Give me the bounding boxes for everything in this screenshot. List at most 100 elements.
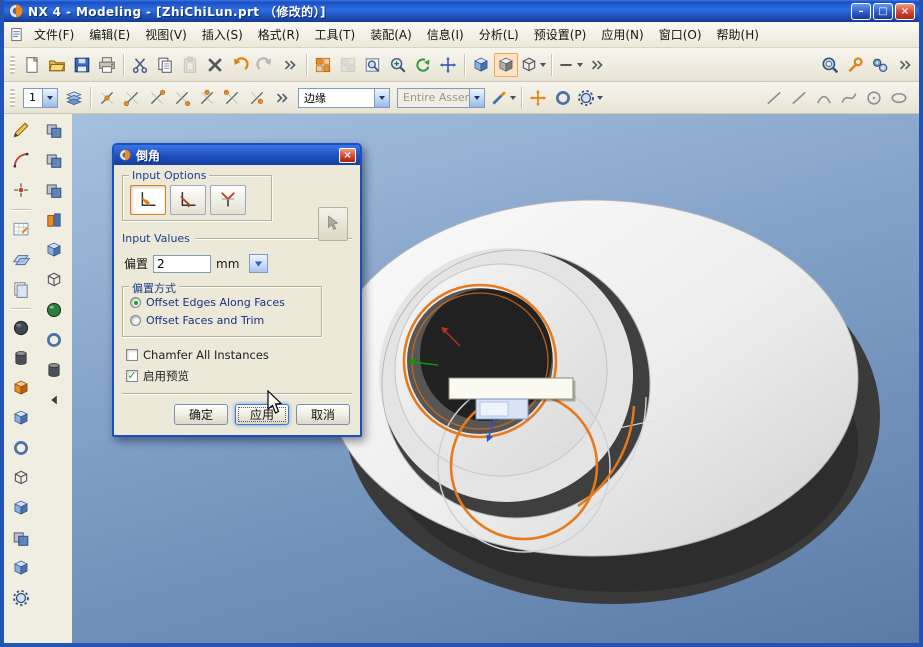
menu-assemblies[interactable]: 装配(A) bbox=[363, 22, 419, 47]
intersect-button[interactable] bbox=[41, 177, 67, 203]
work-layer-combo[interactable]: 1 bbox=[23, 88, 58, 108]
menu-edit[interactable]: 编辑(E) bbox=[82, 22, 137, 47]
standard-overflow-button[interactable] bbox=[278, 53, 302, 77]
magnify-button[interactable] bbox=[818, 53, 842, 77]
undo-button[interactable] bbox=[228, 53, 252, 77]
datum-csys-button[interactable] bbox=[8, 276, 34, 302]
apply-button[interactable]: 应用 bbox=[235, 404, 289, 425]
print-button[interactable] bbox=[95, 53, 119, 77]
menu-insert[interactable]: 插入(S) bbox=[195, 22, 250, 47]
sphere-button[interactable] bbox=[8, 315, 34, 341]
snap-quadrant-button[interactable] bbox=[220, 86, 244, 110]
cut-button[interactable] bbox=[128, 53, 152, 77]
snap-end-point-button[interactable] bbox=[120, 86, 144, 110]
ok-button[interactable]: 确定 bbox=[174, 404, 228, 425]
offset-input[interactable] bbox=[153, 255, 211, 273]
line-button[interactable] bbox=[762, 86, 786, 110]
trimetric-view-button[interactable] bbox=[469, 53, 493, 77]
layer-settings-button[interactable] bbox=[62, 86, 86, 110]
minimize-button[interactable]: – bbox=[851, 3, 871, 20]
fit-view-button[interactable] bbox=[311, 53, 335, 77]
ellipse-button[interactable] bbox=[887, 86, 911, 110]
unite-button[interactable] bbox=[41, 117, 67, 143]
toolbar-collapse-button[interactable] bbox=[41, 387, 67, 413]
pocket-button[interactable] bbox=[8, 525, 34, 551]
hole-button[interactable] bbox=[8, 465, 34, 491]
menu-tools[interactable]: 工具(T) bbox=[308, 22, 363, 47]
new-file-button[interactable] bbox=[20, 53, 44, 77]
sketch-button[interactable] bbox=[8, 216, 34, 242]
toolbar-grip[interactable] bbox=[10, 56, 15, 74]
toolbar-grip[interactable] bbox=[10, 89, 15, 107]
dialog-close-button[interactable]: × bbox=[339, 148, 356, 163]
menu-file[interactable]: 文件(F) bbox=[27, 22, 81, 47]
boss-button[interactable] bbox=[8, 495, 34, 521]
chamfer-all-checkbox-box[interactable] bbox=[126, 349, 138, 361]
assemblies-button[interactable] bbox=[868, 53, 892, 77]
profile-line-button[interactable] bbox=[8, 117, 34, 143]
view-overflow-button[interactable] bbox=[585, 53, 609, 77]
point-tool-button[interactable] bbox=[8, 177, 34, 203]
cancel-button[interactable]: 取消 bbox=[296, 404, 350, 425]
snap-inferred-point-button[interactable] bbox=[95, 86, 119, 110]
polyline-button[interactable] bbox=[787, 86, 811, 110]
extrude-button[interactable] bbox=[8, 405, 34, 431]
orient-wcs-button[interactable] bbox=[551, 86, 575, 110]
dimension-input-box[interactable] bbox=[476, 399, 528, 419]
close-button[interactable]: × bbox=[895, 3, 915, 20]
cylinder-button[interactable] bbox=[8, 345, 34, 371]
shell-button[interactable] bbox=[41, 237, 67, 263]
menu-window[interactable]: 窗口(O) bbox=[652, 22, 709, 47]
wireframe-tool-button[interactable] bbox=[556, 53, 584, 77]
tools-overflow-button[interactable] bbox=[893, 53, 917, 77]
title-bar[interactable]: NX 4 - Modeling - [ZhiChiLun.prt （修改的）] … bbox=[4, 0, 919, 22]
radio-offset-edges-along-faces[interactable]: Offset Edges Along Faces bbox=[130, 296, 314, 309]
save-button[interactable] bbox=[70, 53, 94, 77]
move-object-button[interactable] bbox=[526, 86, 550, 110]
zoom-in-out-button[interactable] bbox=[386, 53, 410, 77]
snap-existing-point-button[interactable] bbox=[245, 86, 269, 110]
chamfer-single-offset-button[interactable] bbox=[130, 185, 166, 215]
circle-button[interactable] bbox=[862, 86, 886, 110]
menu-information[interactable]: 信息(I) bbox=[420, 22, 471, 47]
instance-feature-button[interactable] bbox=[8, 585, 34, 611]
selection-filter-combo[interactable]: 边缘 bbox=[298, 88, 390, 108]
restore-button[interactable]: □ bbox=[873, 3, 893, 20]
chamfer-button[interactable] bbox=[41, 327, 67, 353]
arc-tool-button[interactable] bbox=[8, 147, 34, 173]
wcs-display-button[interactable] bbox=[576, 86, 604, 110]
menu-view[interactable]: 视图(V) bbox=[138, 22, 194, 47]
pan-view-button[interactable] bbox=[436, 53, 460, 77]
snap-arc-center-button[interactable] bbox=[195, 86, 219, 110]
chamfer-offset-angle-button[interactable] bbox=[210, 185, 246, 215]
chamfer-all-row[interactable]: Chamfer All Instances bbox=[126, 348, 352, 362]
offset-options-button[interactable] bbox=[249, 254, 268, 273]
block-button[interactable] bbox=[8, 375, 34, 401]
menu-preferences[interactable]: 预设置(P) bbox=[527, 22, 594, 47]
display-mode-button[interactable] bbox=[519, 53, 547, 77]
chamfer-double-offset-button[interactable] bbox=[170, 185, 206, 215]
menu-format[interactable]: 格式(R) bbox=[251, 22, 307, 47]
subtract-button[interactable] bbox=[41, 147, 67, 173]
preview-row[interactable]: 启用预览 bbox=[126, 368, 352, 384]
menu-help[interactable]: 帮助(H) bbox=[710, 22, 766, 47]
datum-plane-button[interactable] bbox=[8, 246, 34, 272]
combo-arrow-icon[interactable] bbox=[42, 89, 57, 107]
zoom-window-button[interactable] bbox=[361, 53, 385, 77]
rotate-view-button[interactable] bbox=[411, 53, 435, 77]
combo-arrow-icon[interactable] bbox=[374, 89, 389, 107]
taper-button[interactable] bbox=[41, 267, 67, 293]
copy-button[interactable] bbox=[153, 53, 177, 77]
menu-application[interactable]: 应用(N) bbox=[594, 22, 650, 47]
snap-intersection-button[interactable] bbox=[170, 86, 194, 110]
thread-button[interactable] bbox=[41, 357, 67, 383]
snap-control-point-button[interactable] bbox=[145, 86, 169, 110]
pad-button[interactable] bbox=[8, 555, 34, 581]
arc-button[interactable] bbox=[812, 86, 836, 110]
menu-analysis[interactable]: 分析(L) bbox=[472, 22, 526, 47]
repair-tool-button[interactable] bbox=[843, 53, 867, 77]
preview-checkbox-box[interactable] bbox=[126, 370, 138, 382]
snap-overflow-button[interactable] bbox=[270, 86, 294, 110]
selection-appearance-button[interactable] bbox=[489, 86, 517, 110]
revolve-button[interactable] bbox=[8, 435, 34, 461]
